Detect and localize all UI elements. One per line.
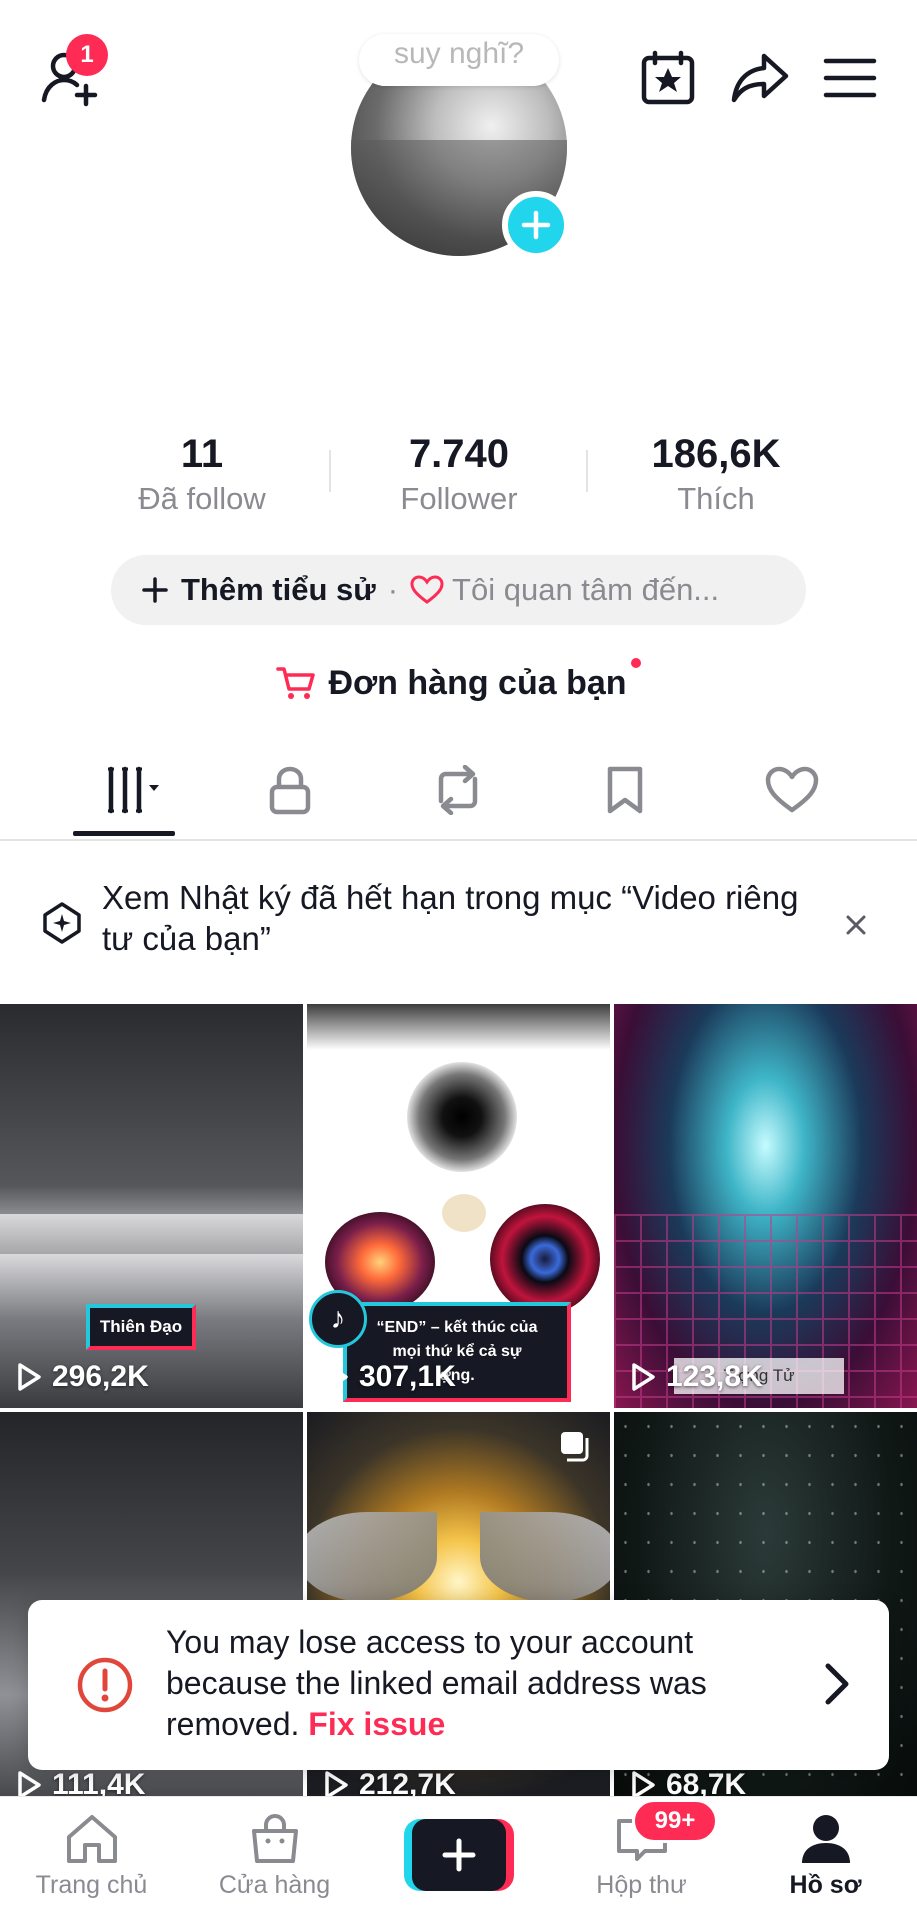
likes-count: 186,6K [651, 432, 781, 476]
shopping-bag-icon [251, 1813, 298, 1863]
profile-stats: 11 Đã follow 7.740 Follower 186,6K Thích [0, 430, 917, 530]
heart-outline-icon [765, 766, 819, 813]
create-video-button[interactable] [404, 1819, 514, 1891]
followers-count: 7.740 [408, 432, 510, 476]
likes-stat[interactable]: 186,6K Thích [596, 430, 836, 520]
thumbnail-ground [0, 1214, 303, 1254]
play-icon [632, 1363, 655, 1391]
followers-stat[interactable]: 7.740 Follower [339, 430, 579, 520]
close-banner-button[interactable] [836, 905, 876, 945]
play-icon [325, 1363, 348, 1391]
heart-icon [410, 575, 444, 604]
view-count: 123,8K [630, 1360, 763, 1394]
view-count: 296,2K [16, 1360, 149, 1394]
likes-label: Thích [677, 481, 755, 516]
nav-home[interactable]: Trang chủ [0, 1797, 183, 1920]
plus-icon [142, 577, 168, 603]
thumbnail-wing-right [480, 1512, 610, 1602]
share-icon [731, 53, 789, 103]
play-icon [18, 1363, 41, 1391]
thumbnail-caption-line: “END” – kết thúc của [376, 1319, 538, 1336]
active-tab-indicator [73, 831, 175, 836]
thumbnail-caption-text: Thiên Đạo [99, 1317, 183, 1336]
calendar-star-button[interactable] [630, 40, 706, 116]
view-count-text: 307,1K [359, 1360, 456, 1393]
tab-favorites[interactable] [575, 745, 675, 835]
following-label: Đã follow [138, 481, 266, 516]
add-bio-label[interactable]: Thêm tiểu sử [181, 572, 376, 608]
thumbnail-ring [490, 1204, 600, 1314]
bookmark-icon [607, 766, 643, 814]
grid-videos-icon [108, 766, 159, 814]
story-sparkle-icon [43, 902, 81, 944]
followers-label: Follower [400, 481, 518, 516]
nav-inbox[interactable]: Hộp thư 99+ [550, 1797, 733, 1920]
interests-label[interactable]: Tôi quan tâm đến... [452, 572, 719, 608]
cart-icon [276, 667, 316, 699]
chevron-right-icon[interactable] [820, 1660, 854, 1708]
multi-photo-icon [561, 1432, 589, 1462]
calendar-star-icon [641, 50, 695, 105]
tab-liked[interactable] [742, 745, 842, 835]
profile-person-icon [801, 1815, 850, 1863]
tab-reposts[interactable] [408, 745, 508, 835]
nav-shop-label: Cửa hàng [218, 1871, 331, 1899]
repost-icon [438, 765, 478, 815]
view-count-text: 123,8K [666, 1360, 763, 1393]
add-friend-button[interactable]: 1 [30, 34, 110, 116]
avatar-thought-bubble[interactable]: suy nghĩ? [359, 34, 559, 86]
lock-icon [269, 766, 311, 815]
create-button-core [412, 1819, 506, 1891]
email-warning-toast[interactable]: You may lose access to your account beca… [28, 1600, 889, 1770]
following-count: 11 [180, 432, 224, 476]
nav-home-label: Trang chủ [35, 1871, 148, 1899]
bio-pill[interactable]: Thêm tiểu sử · Tôi quan tâm đến... [111, 555, 806, 625]
hamburger-menu-icon [823, 58, 877, 98]
video-thumbnail[interactable]: T ợng Tử 123,8K [614, 1004, 917, 1408]
thumbnail-blackhole [407, 1062, 517, 1172]
video-thumbnail[interactable]: “END” – kết thúc của mọi thứ kể cả sự ợn… [307, 1004, 610, 1408]
add-story-button[interactable] [502, 191, 570, 259]
menu-button[interactable] [812, 40, 888, 116]
share-profile-button[interactable] [720, 40, 800, 116]
following-stat[interactable]: 11 Đã follow [82, 430, 322, 520]
plus-icon [521, 210, 551, 240]
video-thumbnail[interactable]: Thiên Đạo 296,2K [0, 1004, 303, 1408]
banner-message: Xem Nhật ký đã hết hạn trong mục “Video … [102, 879, 799, 957]
nav-inbox-label: Hộp thư [596, 1871, 687, 1899]
nav-profile-label: Hồ sơ [789, 1871, 862, 1899]
plus-icon [442, 1838, 476, 1872]
thumbnail-caption-tag: Thiên Đạo [86, 1304, 196, 1350]
tab-private[interactable] [240, 745, 340, 835]
orders-label: Đơn hàng của bạn [328, 663, 627, 702]
tab-videos[interactable] [74, 745, 174, 835]
thumbnail-creature [442, 1194, 486, 1232]
thumbnail-wing-left [307, 1512, 437, 1602]
toast-message: You may lose access to your account beca… [166, 1622, 786, 1745]
tiktok-logo-icon: ♪ [309, 1290, 367, 1348]
warning-circle-icon [77, 1657, 133, 1713]
orders-link[interactable]: Đơn hàng của bạn [0, 655, 917, 711]
home-icon [66, 1815, 117, 1863]
friend-requests-badge: 1 [66, 34, 108, 76]
inbox-badge: 99+ [632, 1799, 718, 1843]
stat-divider [586, 450, 588, 492]
view-count-text: 296,2K [52, 1360, 149, 1393]
close-icon [846, 915, 866, 935]
thumbnail-top-gradient [307, 1004, 610, 1050]
stat-divider [329, 450, 331, 492]
profile-avatar-area: suy nghĩ? [351, 34, 570, 259]
nav-shop[interactable]: Cửa hàng [183, 1797, 366, 1920]
orders-notification-dot [630, 658, 641, 668]
fix-issue-link[interactable]: Fix issue [308, 1706, 445, 1742]
bio-separator: · [387, 572, 399, 607]
profile-tabs [0, 745, 917, 841]
nav-profile[interactable]: Hồ sơ [734, 1797, 917, 1920]
view-count: 307,1K [323, 1360, 456, 1394]
expired-stories-banner[interactable]: Xem Nhật ký đã hết hạn trong mục “Video … [0, 845, 917, 1000]
bottom-navigation: Trang chủ Cửa hàng Hộp thư 99+ Hồ sơ [0, 1796, 917, 1920]
